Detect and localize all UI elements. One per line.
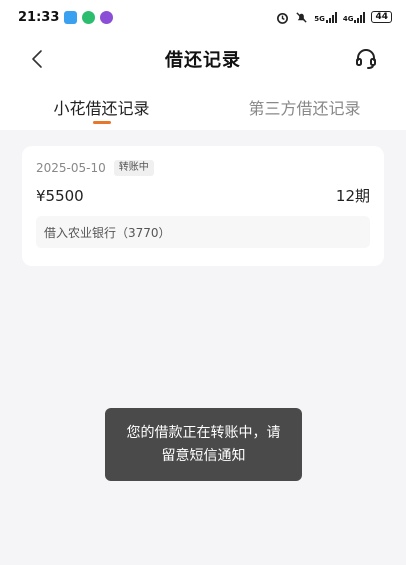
chevron-left-icon	[32, 50, 42, 68]
record-header-row: 2025-05-10 转账中	[36, 160, 370, 176]
record-amount-row: ¥5500 12期	[36, 185, 370, 206]
message-app-icon	[64, 10, 78, 24]
back-button[interactable]	[24, 46, 50, 72]
tab-label: 小花借还记录	[53, 99, 150, 118]
loan-periods: 12期	[335, 187, 370, 205]
receiving-bank: 借入农业银行（3770）	[36, 216, 370, 248]
loan-amount: ¥5500	[36, 186, 84, 205]
network-5g: 5G	[314, 11, 337, 23]
page-title: 借还记录	[165, 50, 241, 71]
network-4g: 4G	[342, 11, 366, 23]
record-tabs: 小花借还记录 第三方借还记录	[0, 84, 406, 130]
alarm-icon	[277, 12, 289, 24]
tab-xiaohua-records[interactable]: 小花借还记录	[0, 84, 203, 130]
toast-line-2: 留意短信通知	[161, 448, 246, 464]
headset-icon	[356, 49, 376, 69]
loan-record-card[interactable]: 2025-05-10 转账中 ¥5500 12期 借入农业银行（3770）	[22, 146, 384, 266]
network-5g-label: 5G	[314, 14, 325, 23]
battery-icon: 44	[371, 11, 392, 23]
signal-4g-icon	[354, 11, 366, 23]
status-bar: 21:33 5G 4G 44	[0, 0, 406, 34]
status-right: 5G 4G 44	[276, 11, 392, 24]
mute-icon	[296, 11, 307, 23]
status-time: 21:33	[18, 9, 60, 25]
active-tab-indicator	[92, 121, 111, 124]
network-4g-label: 4G	[342, 14, 354, 23]
status-badge: 转账中	[113, 160, 154, 176]
purple-app-icon	[100, 10, 114, 24]
tab-third-party-records[interactable]: 第三方借还记录	[203, 84, 406, 130]
toast-message: 您的借款正在转账中，请 留意短信通知	[105, 408, 302, 481]
customer-service-button[interactable]	[352, 45, 380, 73]
record-date: 2025-05-10	[36, 161, 106, 175]
toast-line-1: 您的借款正在转账中，请	[126, 425, 281, 441]
green-app-icon	[82, 10, 96, 24]
tab-label: 第三方借还记录	[248, 99, 361, 118]
status-left: 21:33	[18, 9, 114, 25]
signal-5g-icon	[325, 11, 337, 23]
navigation-header: 借还记录	[0, 34, 406, 84]
